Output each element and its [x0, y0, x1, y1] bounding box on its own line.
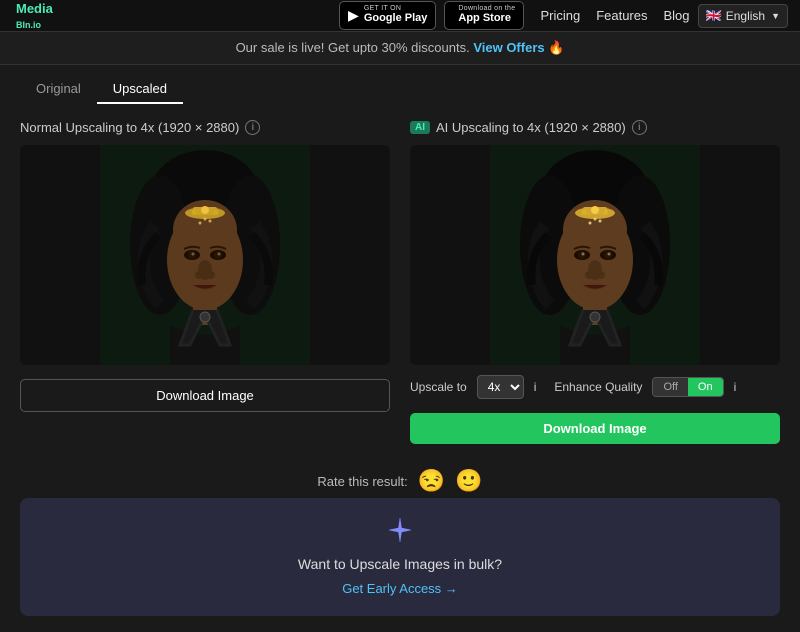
google-play-icon: ▶ [348, 7, 359, 24]
normal-image-container [20, 145, 390, 365]
ai-badge: AI [410, 121, 430, 134]
rating-label: Rate this result: [317, 474, 407, 489]
tab-upscaled[interactable]: Upscaled [97, 75, 183, 104]
normal-portrait-image [20, 145, 390, 365]
nav-links: Pricing Features Blog [540, 8, 689, 23]
google-play-big-text: Google Play [364, 12, 428, 25]
download-normal-button[interactable]: Download Image [20, 379, 390, 412]
bulk-title: Want to Upscale Images in bulk? [38, 556, 762, 572]
fire-emoji: 🔥 [548, 40, 564, 55]
upscale-select[interactable]: 1x 2x 4x [477, 375, 524, 399]
rating-section: Rate this result: 😒 🙂 [0, 468, 800, 494]
download-ai-button[interactable]: Download Image [410, 413, 780, 444]
app-logo: MediaBIn.io [12, 1, 53, 31]
enhance-quality-label: Enhance Quality [554, 380, 642, 394]
top-nav: MediaBIn.io ▶ GET IT ON Google Play Down… [0, 0, 800, 32]
sparkle-icon [386, 516, 414, 544]
info-icon-normal[interactable]: i [245, 120, 260, 135]
ai-upscale-panel: AI AI Upscaling to 4x (1920 × 2880) i [410, 120, 780, 444]
ai-panel-controls: Upscale to 1x 2x 4x i Enhance Quality Of… [410, 375, 780, 399]
bulk-icon [38, 516, 762, 550]
nav-pricing[interactable]: Pricing [540, 8, 580, 23]
upscale-label: Upscale to [410, 380, 467, 394]
view-offers-link[interactable]: View Offers [473, 40, 544, 55]
app-store-big-text: App Store [458, 12, 515, 25]
info-icon-ai[interactable]: i [632, 120, 647, 135]
nav-blog[interactable]: Blog [664, 8, 690, 23]
flag-icon: 🇬🇧 [706, 8, 722, 24]
toggle-on-button[interactable]: On [688, 378, 723, 396]
toggle-off-button[interactable]: Off [653, 378, 687, 396]
tab-original[interactable]: Original [20, 75, 97, 104]
info-icon-upscale[interactable]: i [534, 380, 537, 394]
google-play-badge[interactable]: ▶ GET IT ON Google Play [339, 1, 436, 29]
sale-banner: Our sale is live! Get upto 30% discounts… [0, 32, 800, 65]
bulk-cta-section: Want to Upscale Images in bulk? Get Earl… [20, 498, 780, 616]
chevron-down-icon: ▼ [771, 11, 780, 21]
tabs-bar: Original Upscaled [0, 65, 800, 104]
bulk-cta-link[interactable]: Get Early Access → [342, 581, 458, 596]
thumbs-up-button[interactable]: 🙂 [455, 468, 482, 494]
language-selector[interactable]: 🇬🇧 English ▼ [698, 4, 788, 28]
main-content: Normal Upscaling to 4x (1920 × 2880) i [0, 104, 800, 460]
nav-features[interactable]: Features [596, 8, 647, 23]
info-icon-enhance[interactable]: i [734, 380, 737, 394]
app-store-badge[interactable]: Download on the App Store [444, 1, 524, 29]
enhance-toggle-group: Off On [652, 377, 723, 397]
thumbs-down-button[interactable]: 😒 [418, 468, 445, 494]
ai-image-container [410, 145, 780, 365]
ai-portrait-image [410, 145, 780, 365]
language-label: English [726, 9, 765, 23]
normal-upscale-panel: Normal Upscaling to 4x (1920 × 2880) i [20, 120, 390, 444]
app-store-small-text: Download on the [458, 5, 515, 12]
google-play-small-text: GET IT ON [364, 5, 428, 12]
normal-panel-title: Normal Upscaling to 4x (1920 × 2880) i [20, 120, 390, 135]
ai-panel-title: AI AI Upscaling to 4x (1920 × 2880) i [410, 120, 780, 135]
sale-text: Our sale is live! Get upto 30% discounts… [236, 40, 470, 55]
